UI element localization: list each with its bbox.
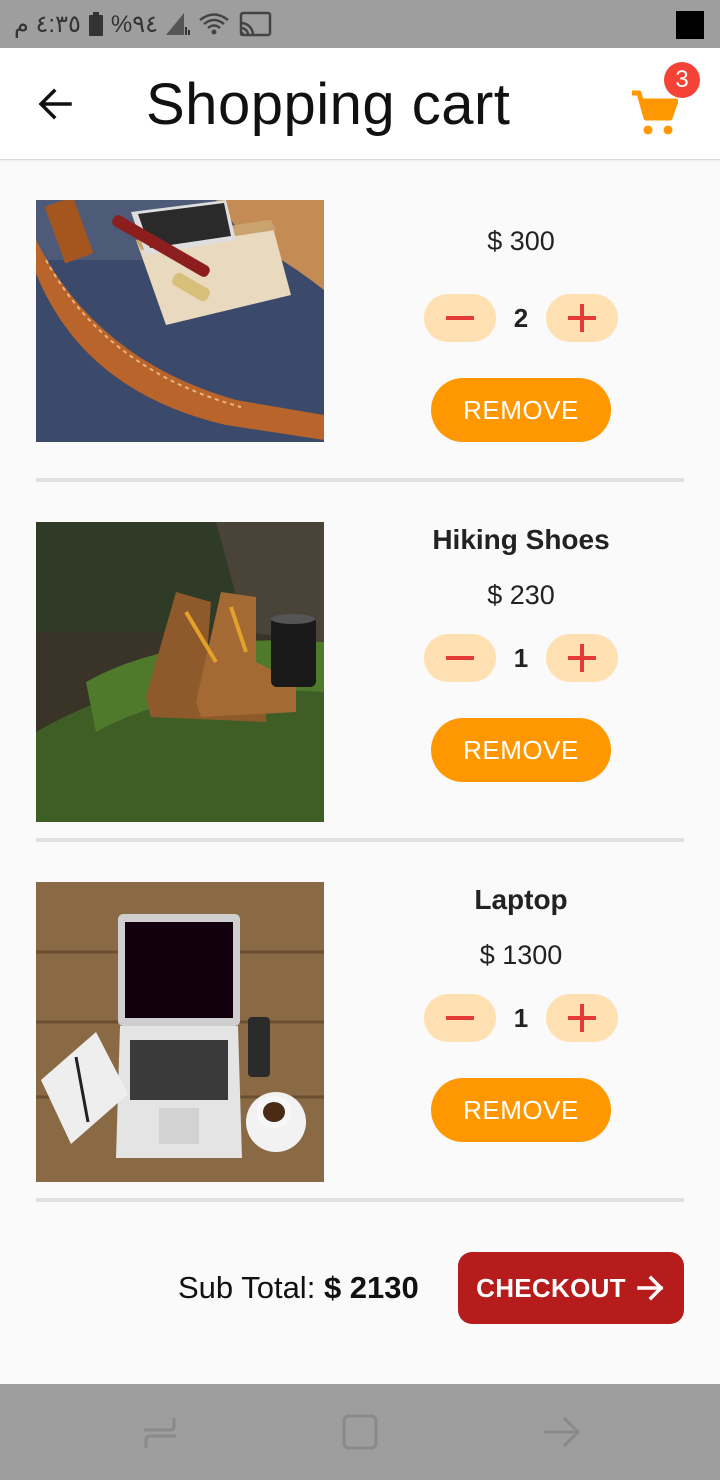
decrease-quantity-button[interactable] [424, 294, 496, 342]
arrow-left-icon [38, 88, 72, 120]
item-image-laptop [36, 882, 324, 1182]
item-image-shoes [36, 522, 324, 822]
subtotal-label: Sub Total: [178, 1270, 316, 1305]
quantity-stepper: 1 [424, 634, 618, 682]
status-time: ٤:٣٥ م [14, 10, 81, 38]
minus-icon [446, 316, 474, 320]
status-bar: ٤:٣٥ م %٩٤ [0, 0, 720, 48]
plus-icon [568, 1004, 596, 1032]
back-nav-button[interactable] [538, 1408, 586, 1456]
decrease-quantity-button[interactable] [424, 994, 496, 1042]
item-price: $ 1300 [479, 940, 563, 970]
home-button[interactable] [336, 1408, 384, 1456]
back-button[interactable] [24, 72, 88, 136]
nav-back-icon [544, 1416, 581, 1448]
increase-quantity-button[interactable] [546, 294, 618, 342]
item-price: $ 230 [487, 580, 555, 610]
app-bar: Shopping cart 3 [0, 48, 720, 160]
increase-quantity-button[interactable] [546, 634, 618, 682]
arrow-right-icon [637, 1275, 664, 1301]
item-image-bag [36, 200, 324, 442]
page-title: Shopping cart [146, 72, 511, 137]
cast-icon [239, 11, 272, 37]
signal-icon [166, 13, 190, 35]
quantity-value: 2 [513, 303, 529, 333]
remove-button[interactable]: REMOVE [431, 718, 611, 782]
wifi-icon [199, 13, 229, 35]
item-info: $ 300 2 REMOVE [414, 160, 628, 478]
status-left: ٤:٣٥ م %٩٤ [14, 8, 272, 40]
cart-list: $ 300 2 REMOVE Hiking Shoes $ 230 1 REMO… [36, 160, 684, 1202]
item-name: Laptop [474, 884, 568, 915]
remove-button[interactable]: REMOVE [431, 378, 611, 442]
quantity-value: 1 [513, 643, 529, 673]
subtotal: Sub Total: $ 2130 [178, 1266, 419, 1310]
shoes-photo [36, 522, 324, 822]
subtotal-value: $ 2130 [323, 1270, 419, 1305]
recent-apps-button[interactable] [136, 1408, 184, 1456]
item-price: $ 300 [487, 226, 555, 256]
cart-count-badge: 3 [664, 62, 700, 98]
cart-item: Laptop $ 1300 1 REMOVE [36, 842, 684, 1202]
status-notification-square [676, 11, 704, 39]
remove-button[interactable]: REMOVE [431, 1078, 611, 1142]
decrease-quantity-button[interactable] [424, 634, 496, 682]
system-nav-bar [0, 1384, 720, 1480]
checkout-label: CHECKOUT [476, 1272, 626, 1303]
home-icon [342, 1414, 378, 1450]
shopping-cart-icon [632, 90, 678, 135]
laptop-photo [36, 882, 324, 1182]
checkout-button[interactable]: CHECKOUT [458, 1252, 684, 1324]
item-info: Laptop $ 1300 1 REMOVE [414, 842, 628, 1198]
quantity-stepper: 2 [424, 294, 618, 342]
quantity-stepper: 1 [424, 994, 618, 1042]
item-name: Hiking Shoes [432, 524, 610, 555]
increase-quantity-button[interactable] [546, 994, 618, 1042]
plus-icon [568, 304, 596, 332]
battery-icon [88, 12, 103, 36]
quantity-value: 1 [513, 1003, 529, 1033]
minus-icon [446, 1016, 474, 1020]
bag-photo [36, 200, 324, 442]
cart-button[interactable]: 3 [622, 62, 700, 148]
plus-icon [568, 644, 596, 672]
minus-icon [446, 656, 474, 660]
recent-apps-icon [144, 1418, 176, 1448]
cart-item: Hiking Shoes $ 230 1 REMOVE [36, 482, 684, 842]
cart-item: $ 300 2 REMOVE [36, 160, 684, 482]
item-info: Hiking Shoes $ 230 1 REMOVE [414, 482, 628, 838]
battery-percent: %٩٤ [110, 10, 158, 38]
